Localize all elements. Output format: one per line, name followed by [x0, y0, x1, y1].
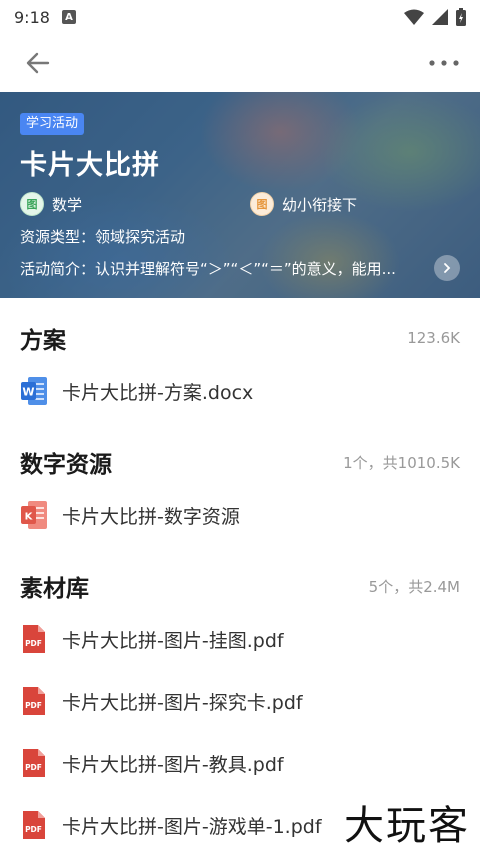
pdf-icon: PDF: [23, 687, 45, 715]
grade-icon: 图: [250, 192, 274, 216]
arrow-left-icon: [26, 52, 50, 74]
status-bar: 9:18 A: [0, 0, 480, 34]
file-item[interactable]: K 卡片大比拼-数字资源: [20, 484, 460, 546]
file-name: 卡片大比拼-图片-挂图.pdf: [62, 629, 284, 652]
svg-text:PDF: PDF: [25, 825, 42, 834]
signal-icon: [432, 9, 448, 25]
app-header: [0, 34, 480, 92]
subject-icon: 图: [20, 192, 44, 216]
pdf-icon: PDF: [23, 811, 45, 839]
activity-intro-row[interactable]: 活动简介：认识并理解符号“＞”“＜”“＝”的意义，能用...: [20, 255, 460, 281]
grade-meta: 图 幼小衔接下: [250, 192, 357, 216]
pdf-icon: PDF: [23, 625, 45, 653]
section-title: 数字资源: [20, 452, 112, 478]
svg-text:K: K: [25, 512, 34, 523]
wifi-icon: [404, 9, 424, 25]
section-title: 方案: [20, 328, 66, 354]
file-name: 卡片大比拼-图片-游戏单-1.pdf: [62, 815, 322, 838]
file-name: 卡片大比拼-数字资源: [62, 505, 240, 528]
back-button[interactable]: [20, 45, 56, 81]
subject-meta: 图 数学: [20, 192, 250, 216]
section-size: 123.6K: [407, 329, 460, 347]
svg-text:PDF: PDF: [25, 701, 42, 710]
file-item[interactable]: PDF 卡片大比拼-图片-教具.pdf: [20, 732, 460, 794]
more-horizontal-icon: [429, 60, 459, 66]
intro-expand-button[interactable]: [434, 255, 460, 281]
digital-resources-section: 数字资源 1个，共1010.5K K 卡片大比拼-数字资源: [0, 422, 480, 546]
file-name: 卡片大比拼-方案.docx: [62, 381, 254, 404]
plan-section: 方案 123.6K W 卡片大比拼-方案.docx: [0, 298, 480, 422]
section-size: 5个，共2.4M: [368, 577, 460, 596]
notification-a-icon: A: [61, 10, 76, 24]
file-item[interactable]: PDF 卡片大比拼-图片-挂图.pdf: [20, 608, 460, 670]
section-size: 1个，共1010.5K: [343, 453, 460, 472]
activity-title: 卡片大比拼: [20, 150, 160, 181]
subject-label: 数学: [52, 195, 83, 214]
file-item[interactable]: PDF 卡片大比拼-图片-探究卡.pdf: [20, 670, 460, 732]
grade-label: 幼小衔接下: [282, 195, 358, 214]
svg-text:W: W: [22, 386, 34, 399]
status-time: 9:18: [14, 7, 50, 27]
more-options-button[interactable]: [426, 45, 462, 81]
activity-type-tag: 学习活动: [20, 113, 85, 135]
watermark-logo: 大玩客: [338, 793, 476, 851]
activity-banner: 学习活动 卡片大比拼 图 数学 图 幼小衔接下 资源类型：领域探究活动 活动简介…: [0, 92, 480, 298]
file-name: 卡片大比拼-图片-探究卡.pdf: [62, 691, 303, 714]
chevron-right-icon: [444, 263, 451, 273]
word-icon: W: [21, 377, 47, 405]
section-title: 素材库: [20, 576, 89, 602]
pdf-icon: PDF: [23, 749, 45, 777]
resource-type: 资源类型：领域探究活动: [20, 228, 186, 246]
file-item[interactable]: W 卡片大比拼-方案.docx: [20, 360, 460, 422]
battery-icon: [456, 8, 466, 26]
svg-text:PDF: PDF: [25, 639, 42, 648]
file-name: 卡片大比拼-图片-教具.pdf: [62, 753, 284, 776]
svg-text:PDF: PDF: [25, 763, 42, 772]
presentation-icon: K: [21, 501, 47, 529]
activity-intro: 活动简介：认识并理解符号“＞”“＜”“＝”的意义，能用...: [20, 259, 396, 278]
